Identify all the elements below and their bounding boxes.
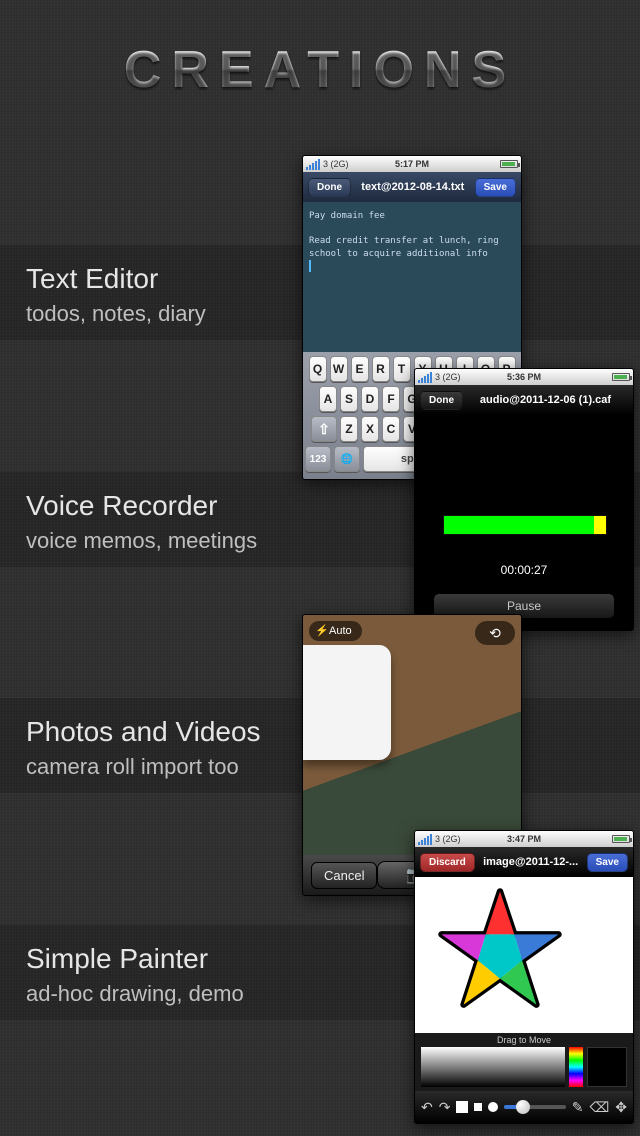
nav-title: audio@2011-12-06 (1).caf <box>463 394 628 406</box>
discard-button[interactable]: Discard <box>420 853 475 872</box>
brush-large-icon[interactable] <box>456 1101 468 1113</box>
camera-flip-button[interactable]: ⟲ <box>475 621 515 645</box>
nav-title: image@2011-12-... <box>475 856 587 868</box>
star-drawing-icon <box>435 885 565 1015</box>
key-q[interactable]: Q <box>309 356 327 382</box>
subject-phone-icon <box>303 645 391 760</box>
nav-bar: Discard image@2011-12-... Save <box>415 847 633 877</box>
key-r[interactable]: R <box>372 356 390 382</box>
screenshot-recorder: 3 (2G) 5:36 PM Done audio@2011-12-06 (1)… <box>414 368 634 631</box>
key-t[interactable]: T <box>393 356 411 382</box>
text-area[interactable]: Pay domain fee Read credit transfer at l… <box>303 202 521 352</box>
key-z[interactable]: Z <box>340 416 358 442</box>
key-w[interactable]: W <box>330 356 348 382</box>
status-bar: 3 (2G) 3:47 PM <box>415 831 633 847</box>
nav-title: text@2012-08-14.txt <box>351 181 475 193</box>
move-tool-button[interactable]: ✥ <box>615 1099 627 1116</box>
camera-viewfinder: Auto ⟲ <box>303 615 521 855</box>
status-bar: 3 (2G) 5:17 PM <box>303 156 521 172</box>
battery-icon <box>500 160 518 168</box>
key-c[interactable]: C <box>382 416 400 442</box>
paint-toolbar: ↶ ↷ ✎ ⌫ ✥ <box>415 1091 633 1123</box>
level-peak-icon <box>594 516 606 534</box>
size-slider[interactable] <box>504 1105 565 1109</box>
picker-hint: Drag to Move <box>415 1035 633 1045</box>
page-title: Creations <box>0 40 640 100</box>
key-123[interactable]: 123 <box>305 446 331 472</box>
key-x[interactable]: X <box>361 416 379 442</box>
battery-icon <box>612 373 630 381</box>
status-time: 3:47 PM <box>415 834 633 844</box>
save-button[interactable]: Save <box>587 853 628 872</box>
brush-round-icon[interactable] <box>488 1102 498 1112</box>
key-f[interactable]: F <box>382 386 400 412</box>
camera-flip-icon: ⟲ <box>489 625 501 642</box>
canvas[interactable]: Sketch <box>415 877 633 1033</box>
saturation-box[interactable] <box>421 1047 565 1087</box>
current-color-swatch <box>587 1047 627 1087</box>
eraser-button[interactable]: ⌫ <box>589 1099 609 1116</box>
screenshot-painter: 3 (2G) 3:47 PM Discard image@2011-12-...… <box>414 830 634 1124</box>
key-shift[interactable]: ⇧ <box>311 416 337 442</box>
key-d[interactable]: D <box>361 386 379 412</box>
brush-small-icon[interactable] <box>474 1103 482 1111</box>
redo-button[interactable]: ↷ <box>439 1099 451 1116</box>
text-cursor-icon <box>309 260 311 272</box>
save-button[interactable]: Save <box>475 178 516 197</box>
key-s[interactable]: S <box>340 386 358 412</box>
done-button[interactable]: Done <box>420 391 463 410</box>
key-e[interactable]: E <box>351 356 369 382</box>
pen-tool-button[interactable]: ✎ <box>572 1099 584 1116</box>
key-globe[interactable]: 🌐 <box>334 446 360 472</box>
nav-bar: Done audio@2011-12-06 (1).caf <box>415 385 633 415</box>
recorder-body: 00:00:27 Pause <box>415 415 633 630</box>
battery-icon <box>612 835 630 843</box>
elapsed-time: 00:00:27 <box>415 563 633 577</box>
flash-mode-button[interactable]: Auto <box>309 621 362 641</box>
nav-bar: Done text@2012-08-14.txt Save <box>303 172 521 202</box>
status-time: 5:36 PM <box>415 372 633 382</box>
status-time: 5:17 PM <box>303 159 521 169</box>
cancel-button[interactable]: Cancel <box>311 862 377 889</box>
undo-button[interactable]: ↶ <box>421 1099 433 1116</box>
key-a[interactable]: A <box>319 386 337 412</box>
color-picker[interactable]: Drag to Move <box>415 1033 633 1091</box>
done-button[interactable]: Done <box>308 178 351 197</box>
level-meter <box>443 515 607 535</box>
hue-slider[interactable] <box>569 1047 583 1087</box>
status-bar: 3 (2G) 5:36 PM <box>415 369 633 385</box>
text-content: Pay domain fee Read credit transfer at l… <box>309 211 504 259</box>
